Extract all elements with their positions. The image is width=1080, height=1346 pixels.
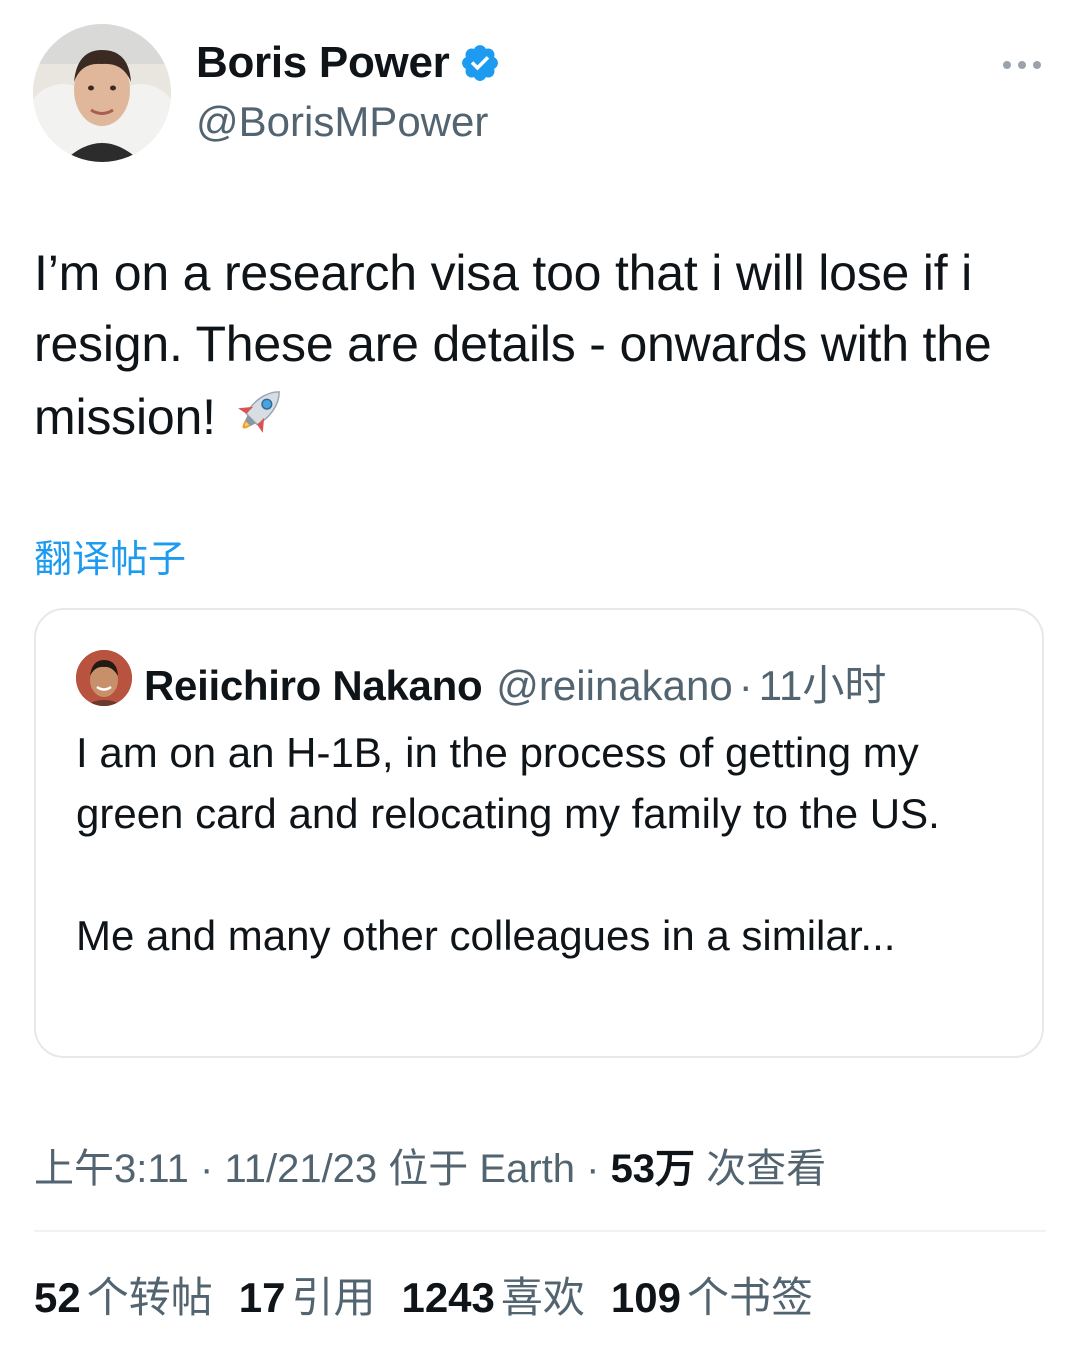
divider <box>34 1230 1046 1232</box>
quote-author-handle: @reiinakano <box>496 662 733 709</box>
engagement-stats: 52 个转帖 17 引用 1243 喜欢 109 个书签 <box>34 1264 813 1325</box>
quote-author-name: Reiichiro Nakano <box>144 662 483 709</box>
stat-label: 引用 <box>291 1274 376 1321</box>
stat-likes[interactable]: 1243 喜欢 <box>401 1264 584 1325</box>
meta-separator: · <box>575 1147 611 1191</box>
tweet-date[interactable]: 11/21/23 <box>224 1147 377 1191</box>
quote-separator: · <box>738 662 753 709</box>
author-handle[interactable]: @BorisMPower <box>196 98 488 146</box>
quote-paragraph-1: I am on an H-1B, in the process of getti… <box>76 729 940 837</box>
more-options-button[interactable] <box>1000 48 1044 82</box>
tweet-meta: 上午3:11 · 11/21/23 位于 Earth · 53万 次查看 <box>34 1136 826 1194</box>
author-name-row: Boris Power <box>196 38 501 88</box>
rocket-emoji-icon <box>229 380 291 442</box>
stat-label: 喜欢 <box>500 1274 585 1321</box>
quote-text: I am on an H-1B, in the process of getti… <box>76 722 1016 966</box>
more-dots-icon <box>1003 61 1041 69</box>
tweet-text-content: I’m on a research visa too that i will l… <box>34 245 992 445</box>
author-avatar[interactable] <box>33 24 171 162</box>
quote-header: Reiichiro Nakano @reiinakano · 11小时 <box>144 652 886 713</box>
translate-post-link[interactable]: 翻译帖子 <box>34 528 186 583</box>
stat-quotes[interactable]: 17 引用 <box>239 1264 376 1325</box>
meta-separator: · <box>188 1147 225 1191</box>
stat-reposts[interactable]: 52 个转帖 <box>34 1264 213 1325</box>
author-name[interactable]: Boris Power <box>196 38 450 88</box>
quote-author-avatar <box>76 650 132 706</box>
quote-timestamp: 11小时 <box>758 662 887 709</box>
tweet-time[interactable]: 上午3:11 <box>34 1147 189 1191</box>
stat-count: 52 <box>34 1274 81 1321</box>
stat-label: 个书签 <box>687 1274 814 1321</box>
verified-badge-icon <box>459 42 501 84</box>
stat-label: 个转帖 <box>86 1274 213 1321</box>
quoted-tweet-card[interactable]: Reiichiro Nakano @reiinakano · 11小时 I am… <box>34 608 1044 1058</box>
stat-bookmarks[interactable]: 109 个书签 <box>611 1264 813 1325</box>
views-label: 次查看 <box>695 1147 827 1191</box>
stat-count: 1243 <box>401 1274 495 1321</box>
views-count[interactable]: 53万 <box>611 1147 696 1191</box>
tweet-location: 位于 Earth <box>377 1147 576 1191</box>
tweet-text: I’m on a research visa too that i will l… <box>34 238 1044 453</box>
quote-paragraph-2: Me and many other colleagues in a simila… <box>76 912 896 959</box>
stat-count: 17 <box>238 1274 286 1321</box>
stat-count: 109 <box>610 1274 681 1321</box>
